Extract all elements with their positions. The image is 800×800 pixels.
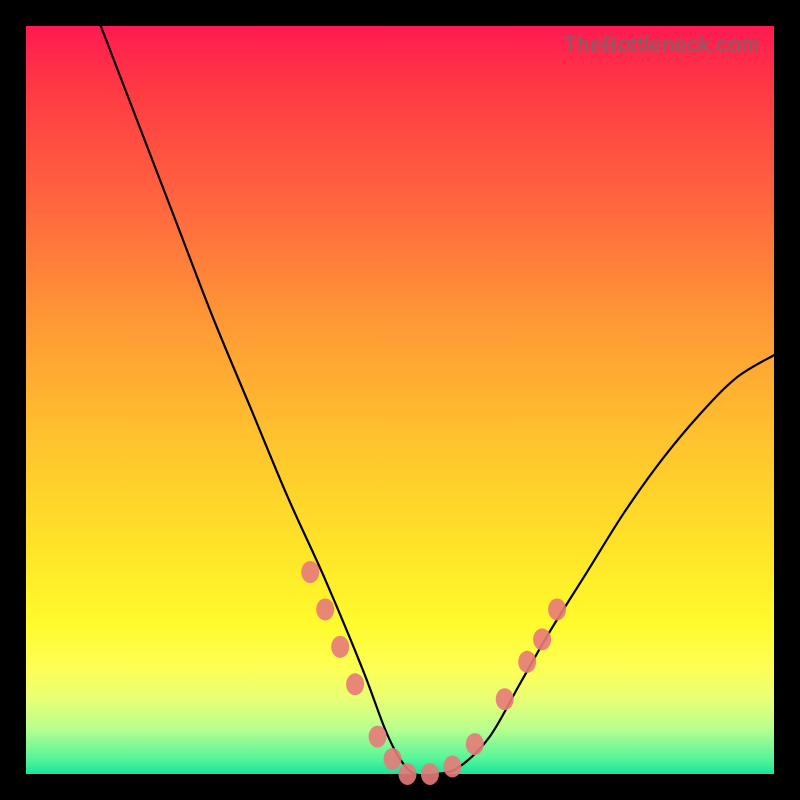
marker-point — [398, 763, 416, 785]
marker-point — [548, 598, 566, 620]
marker-point — [466, 733, 484, 755]
marker-point — [384, 748, 402, 770]
bottleneck-curve — [101, 26, 774, 775]
marker-point — [533, 628, 551, 650]
marker-point — [496, 688, 514, 710]
marker-point — [369, 726, 387, 748]
chart-svg — [26, 26, 774, 774]
chart-frame: TheBottleneck.com — [26, 26, 774, 774]
marker-point — [518, 651, 536, 673]
marker-point — [301, 561, 319, 583]
marker-point — [316, 598, 334, 620]
marker-point — [443, 756, 461, 778]
marker-point — [331, 636, 349, 658]
marker-point — [346, 673, 364, 695]
marker-point — [421, 763, 439, 785]
